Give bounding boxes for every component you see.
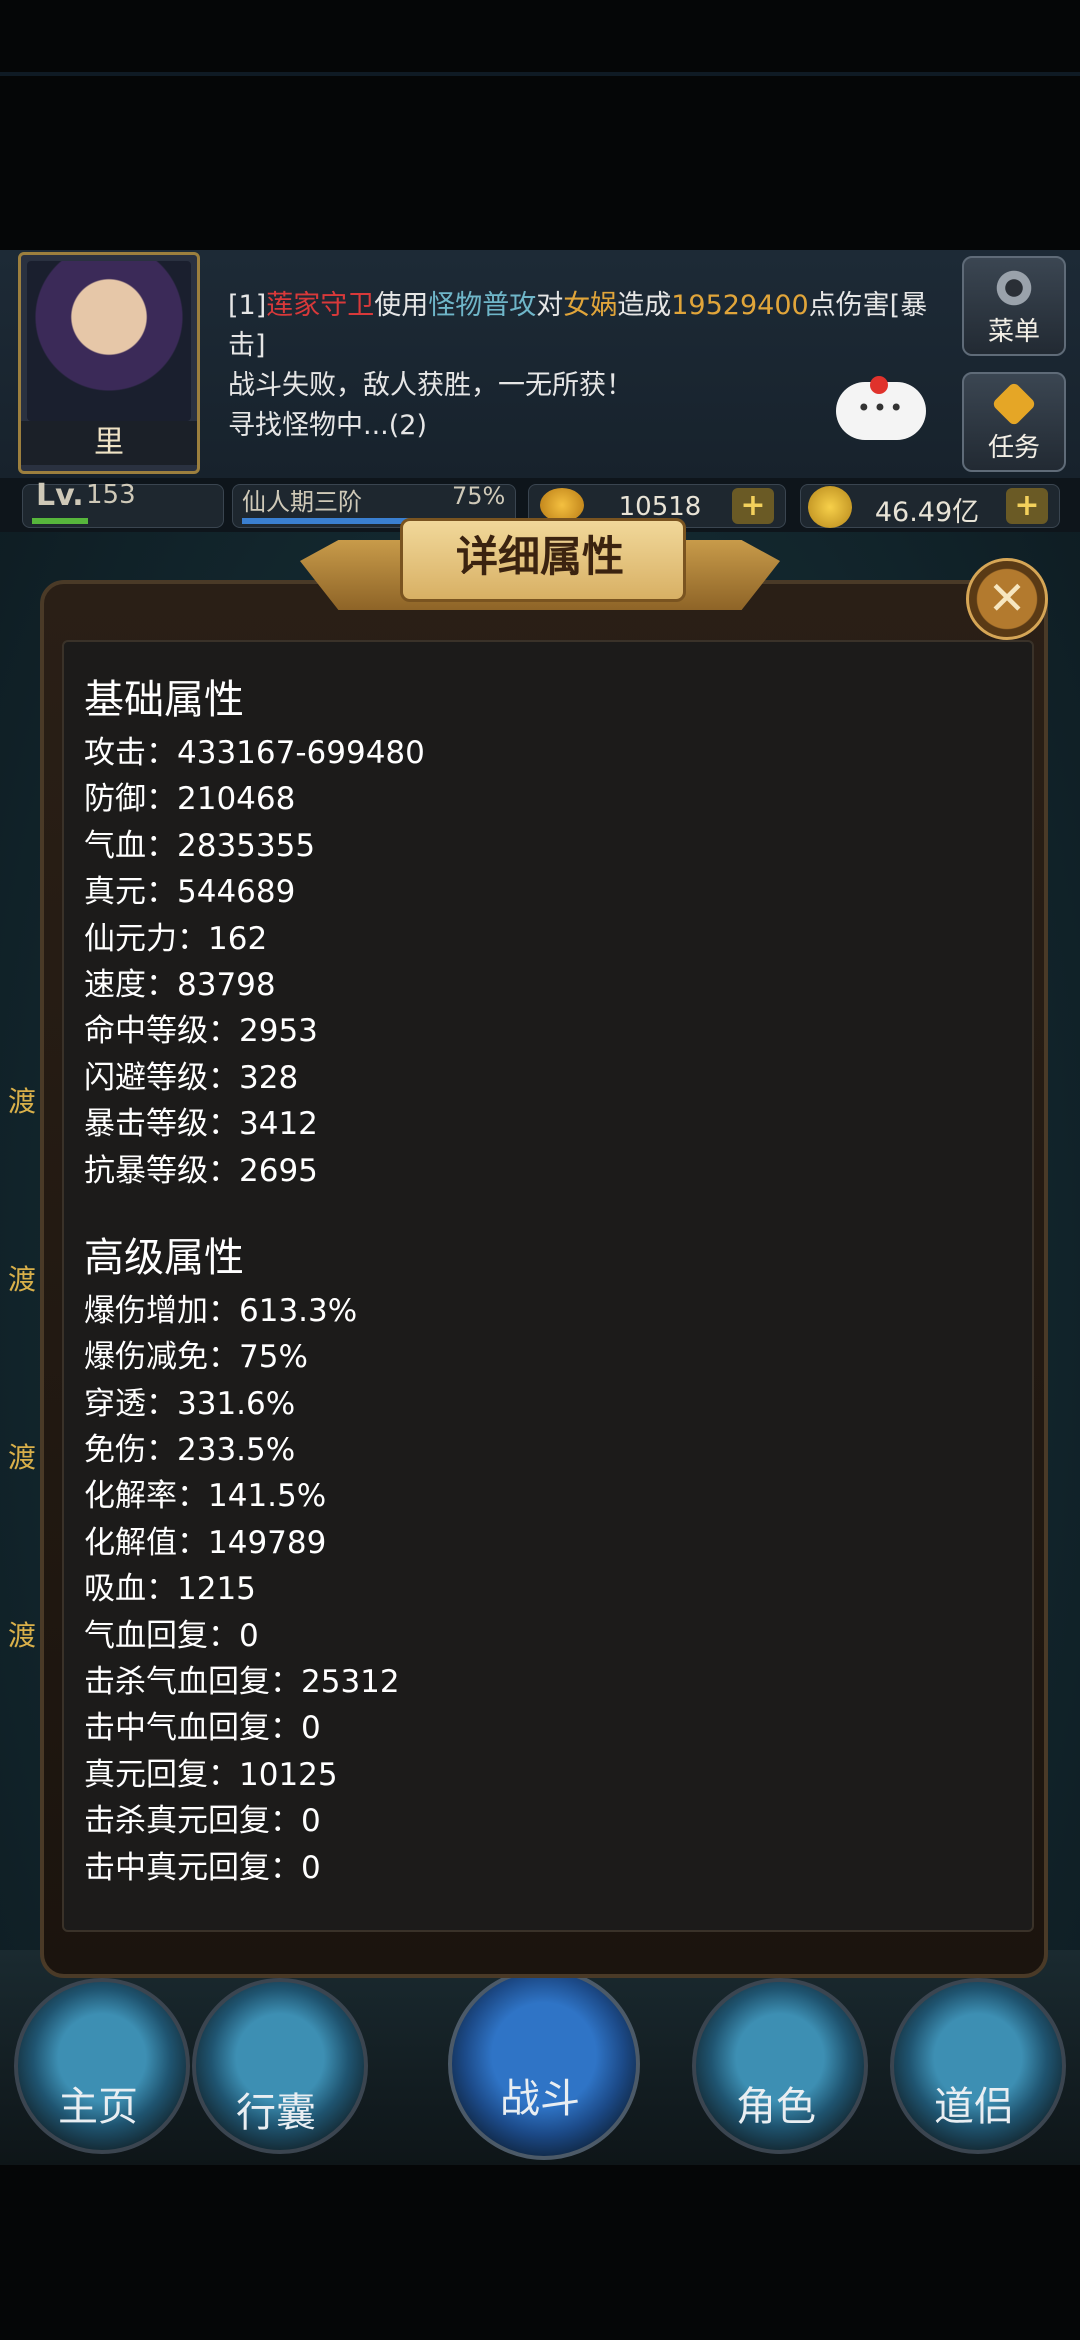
close-button[interactable]: ✕ — [966, 558, 1048, 640]
advanced-attr-row: 击杀真元回复：0 — [84, 1803, 321, 1840]
log-use: 使用 — [374, 290, 429, 321]
coin-count: 46.49亿 — [874, 497, 980, 528]
basic-attr-row: 真元：544689 — [84, 874, 296, 911]
log-skill: 怪物普攻 — [428, 290, 537, 321]
top-black-band — [0, 0, 1080, 250]
basic-attr-row: 抗暴等级：2695 — [84, 1152, 318, 1189]
gem-icon — [540, 488, 584, 522]
basic-attr-row: 仙元力：162 — [84, 920, 268, 957]
chat-bubble-dots: ••• — [856, 394, 906, 422]
advanced-attr-row: 爆伤减免：75% — [84, 1339, 308, 1376]
log-prefix: [1] — [228, 290, 267, 321]
side-label-2[interactable]: 渡 — [8, 1258, 36, 1298]
task-button[interactable]: 任务 — [962, 372, 1066, 472]
nav-bag-label: 行囊 — [236, 2090, 316, 2136]
avatar-name: 里 — [21, 421, 197, 465]
advanced-attr-row: 化解率：141.5% — [84, 1478, 327, 1515]
task-label: 任务 — [987, 433, 1040, 463]
nav-battle-button[interactable] — [448, 1968, 640, 2160]
advanced-attr-row: 化解值：149789 — [84, 1524, 327, 1561]
advanced-attributes-title: 高级属性 — [84, 1234, 244, 1281]
advanced-attr-row: 爆伤增加：613.3% — [84, 1292, 358, 1329]
log-attacker: 莲家守卫 — [266, 290, 375, 321]
nav-companion-label: 道侣 — [934, 2084, 1014, 2130]
menu-label: 菜单 — [987, 317, 1040, 347]
battle-log-line-3: 寻找怪物中...(2) — [228, 410, 427, 441]
panel-title: 详细属性 — [455, 532, 624, 581]
bottom-black-band — [0, 2165, 1080, 2340]
basic-attr-row: 命中等级：2953 — [84, 1013, 318, 1050]
advanced-attr-row: 穿透：331.6% — [84, 1385, 296, 1422]
advanced-attr-row: 击中真元回复：0 — [84, 1849, 321, 1886]
cultivation-percent: 75% — [452, 482, 506, 510]
coin-icon — [808, 486, 852, 528]
side-label-4[interactable]: 渡 — [8, 1614, 36, 1654]
battle-log: [1]莲家守卫使用怪物普攻对女娲造成19529400点伤害[暴击] 战斗失败，敌… — [228, 286, 928, 446]
advanced-attr-row: 击中气血回复：0 — [84, 1710, 321, 1747]
exp-bar — [32, 518, 88, 524]
side-label-3[interactable]: 渡 — [8, 1436, 36, 1476]
nav-battle-label: 战斗 — [500, 2076, 580, 2122]
level-label: Lv. — [36, 478, 84, 513]
basic-attr-row: 防御：210468 — [84, 781, 296, 818]
basic-attr-row: 气血：2835355 — [84, 827, 316, 864]
advanced-attr-row: 吸血：1215 — [84, 1571, 256, 1608]
basic-attr-row: 暴击等级：3412 — [84, 1106, 318, 1143]
player-avatar[interactable]: 里 — [18, 252, 200, 474]
advanced-attr-row: 真元回复：10125 — [84, 1756, 338, 1793]
cultivation-stage: 仙人期三阶 — [242, 488, 362, 516]
menu-button[interactable]: 菜单 — [962, 256, 1066, 356]
level-value: 153 — [86, 480, 136, 510]
chat-notification-dot — [870, 376, 888, 394]
advanced-attr-row: 免伤：233.5% — [84, 1432, 296, 1469]
log-target: 女娲 — [563, 290, 618, 321]
gear-icon — [994, 268, 1034, 308]
basic-attributes-title: 基础属性 — [84, 677, 244, 723]
log-to: 对 — [536, 290, 564, 321]
side-label-1[interactable]: 渡 — [8, 1080, 36, 1120]
nav-role-label: 角色 — [736, 2084, 816, 2130]
task-icon — [991, 381, 1037, 427]
add-coin-button[interactable]: + — [1006, 488, 1048, 524]
battle-log-line-2: 战斗失败，敌人获胜，一无所获！ — [228, 370, 633, 401]
advanced-attr-row: 气血回复：0 — [84, 1617, 259, 1654]
basic-attr-row: 攻击：433167-699480 — [84, 735, 425, 771]
battle-log-line-1: [1]莲家守卫使用怪物普攻对女娲造成19529400点伤害[暴击] — [228, 286, 928, 366]
basic-attr-row: 速度：83798 — [84, 966, 276, 1003]
add-gem-button[interactable]: + — [732, 488, 774, 524]
attribute-list[interactable]: 基础属性 攻击：433167-699480 防御：210468 气血：28353… — [84, 670, 984, 1908]
top-divider — [0, 72, 1080, 76]
advanced-attr-row: 击杀气血回复：25312 — [84, 1664, 400, 1701]
log-cause: 造成 — [617, 290, 672, 321]
avatar-portrait — [27, 261, 191, 421]
nav-home-label: 主页 — [58, 2084, 138, 2130]
log-damage: 19529400 — [671, 290, 809, 321]
basic-attr-row: 闪避等级：328 — [84, 1059, 299, 1096]
